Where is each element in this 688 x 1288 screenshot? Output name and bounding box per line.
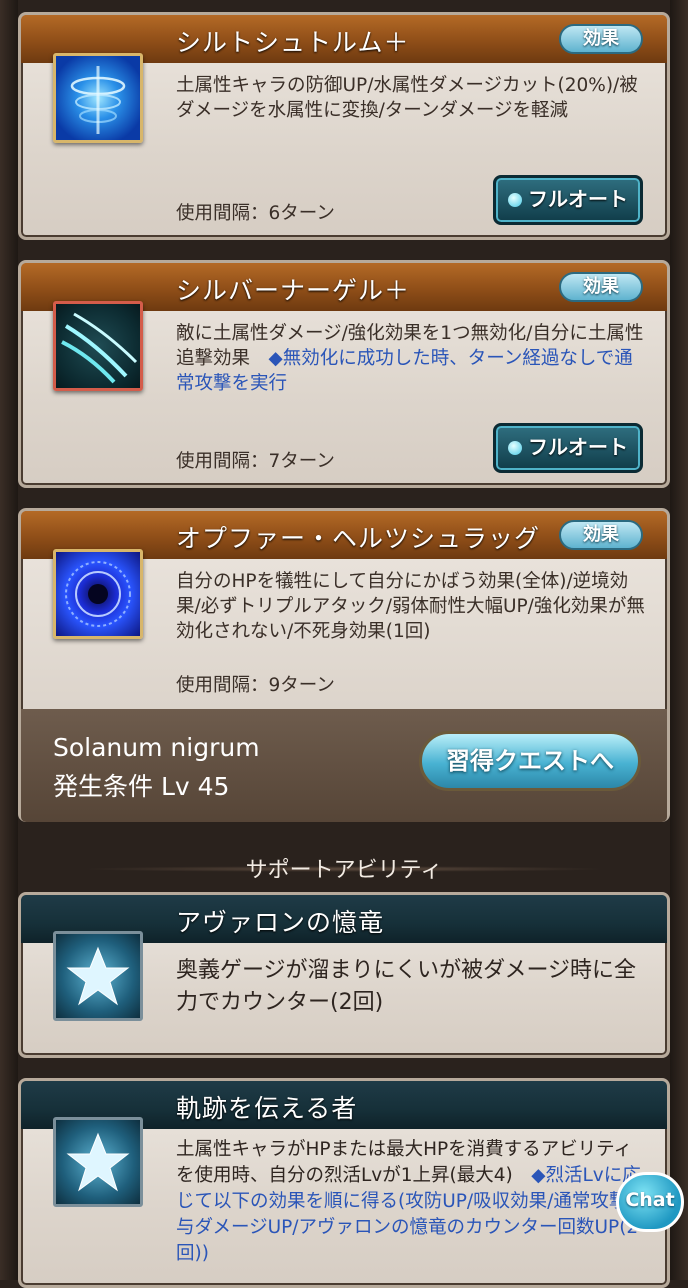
skill-name: シルバーナーゲル＋: [176, 276, 411, 305]
full-auto-button[interactable]: フルオート: [493, 175, 643, 225]
effect-badge-button[interactable]: 効果: [559, 272, 643, 302]
quest-condition: 発生条件 Lv 45: [53, 772, 230, 801]
support-description: 土属性キャラがHPまたは最大HPを消費するアビリティを使用時、自分の烈活Lvが1…: [176, 1139, 646, 1264]
effect-badge-button[interactable]: 効果: [559, 520, 643, 550]
support-description: 奥義ゲージが溜まりにくいが被ダメージ時に全力でカウンター(2回): [176, 958, 637, 1015]
skill-card-1: シルトシュトルム＋ 効果 土属性キャラの防御UP/水属性ダメージカット(20%)…: [18, 12, 670, 240]
full-auto-button[interactable]: フルオート: [493, 423, 643, 473]
toggle-dot-icon: [508, 193, 522, 207]
skill-card-2: シルバーナーゲル＋ 効果 敵に土属性ダメージ/強化効果を1つ無効化/自分に土属性…: [18, 260, 670, 488]
skill-name: オプファー・ヘルツシュラッグ: [176, 524, 541, 553]
skill-interval: 使用間隔：6ターン: [176, 203, 335, 224]
support-card-2: 軌跡を伝える者 土属性キャラがHPまたは最大HPを消費するアビリティを使用時、自…: [18, 1078, 670, 1288]
skill-interval: 使用間隔：9ターン: [176, 675, 335, 696]
quest-band: Solanum nigrum 発生条件 Lv 45 習得クエストへ: [21, 709, 667, 822]
support-section-title: サポートアビリティ: [245, 858, 443, 883]
skill-interval: 使用間隔：7ターン: [176, 451, 335, 472]
toggle-dot-icon: [508, 441, 522, 455]
chat-button[interactable]: Chat: [616, 1172, 684, 1232]
go-to-quest-button[interactable]: 習得クエストへ: [419, 731, 641, 791]
skill-card-3: オプファー・ヘルツシュラッグ 効果 自分のHPを犠牲にして自分にかばう効果(全体…: [18, 508, 670, 822]
support-name: アヴァロンの憶竜: [176, 908, 385, 937]
skill-description: 敵に土属性ダメージ/強化効果を1つ無効化/自分に土属性追撃効果 ◆無効化に成功し…: [176, 323, 644, 394]
claw-slash-icon: [53, 301, 143, 391]
support-name: 軌跡を伝える者: [176, 1094, 358, 1123]
blue-rune-circle-icon: [53, 549, 143, 639]
water-vortex-icon: [53, 53, 143, 143]
effect-badge-button[interactable]: 効果: [559, 24, 643, 54]
quest-name: Solanum nigrum: [53, 733, 260, 762]
support-card-1: アヴァロンの憶竜 奥義ゲージが溜まりにくいが被ダメージ時に全力でカウンター(2回…: [18, 892, 670, 1058]
skill-description: 土属性キャラの防御UP/水属性ダメージカット(20%)/被ダメージを水属性に変換…: [176, 75, 638, 121]
skill-description: 自分のHPを犠牲にして自分にかばう効果(全体)/逆境効果/必ずトリプルアタック/…: [176, 571, 645, 642]
right-frame: [670, 0, 688, 1280]
left-frame: [0, 0, 18, 1280]
skill-name: シルトシュトルム＋: [176, 28, 410, 57]
star-icon: [53, 931, 143, 1021]
star-icon: [53, 1117, 143, 1207]
